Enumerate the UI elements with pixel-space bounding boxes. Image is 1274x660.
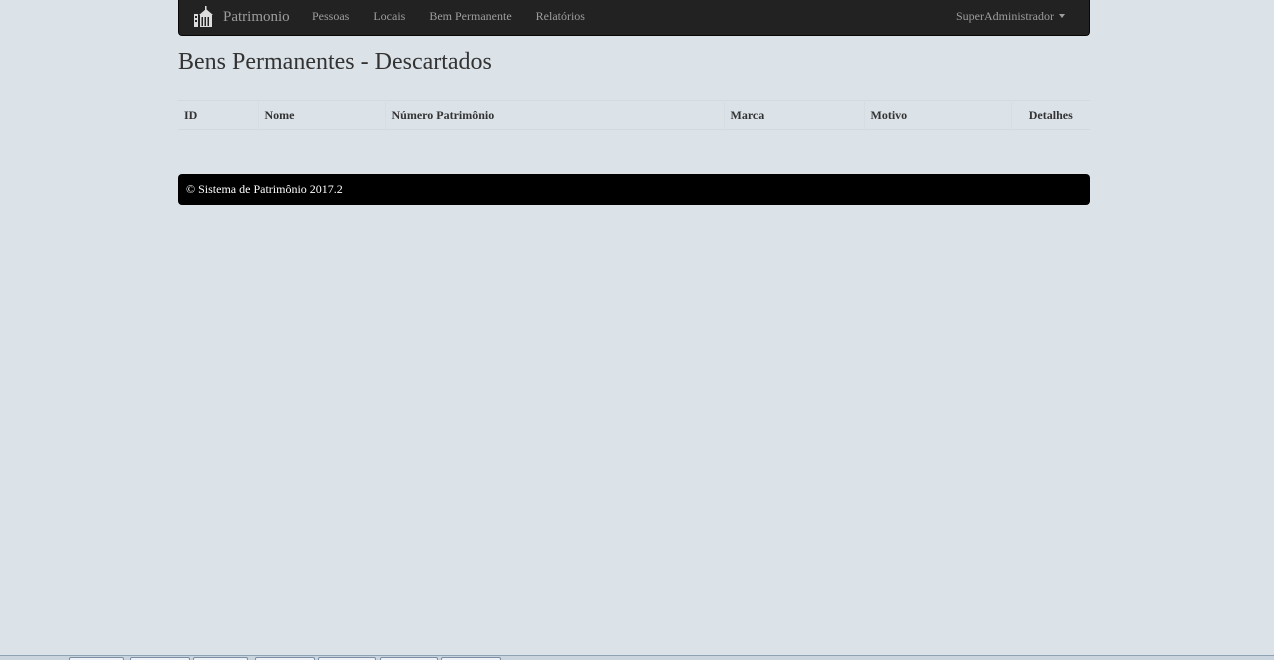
footer-text: © Sistema de Patrimônio 2017.2 <box>186 182 343 196</box>
nav-link-locais[interactable]: Locais <box>361 0 417 32</box>
nav-link-bem-permanente[interactable]: Bem Permanente <box>417 0 523 32</box>
table-header-row: ID Nome Número Patrimônio Marca Motivo D… <box>178 100 1090 130</box>
nav-link-relatorios[interactable]: Relatórios <box>524 0 597 32</box>
top-navbar: Patrimonio Pessoas Locais Bem Permanente… <box>178 0 1090 36</box>
page: Patrimonio Pessoas Locais Bem Permanente… <box>0 0 1274 660</box>
col-header-numero-patrimonio: Número Patrimônio <box>385 100 725 130</box>
nav-link-pessoas[interactable]: Pessoas <box>300 0 361 32</box>
col-header-nome: Nome <box>258 100 386 130</box>
taskbar <box>0 655 1274 660</box>
discarded-items-table: ID Nome Número Patrimônio Marca Motivo D… <box>178 100 1090 130</box>
brand-name: Patrimonio <box>223 8 290 25</box>
user-name: SuperAdministrador <box>956 8 1054 23</box>
footer: © Sistema de Patrimônio 2017.2 <box>178 174 1090 205</box>
nav-menu: Pessoas Locais Bem Permanente Relatórios <box>300 0 597 34</box>
university-logo-icon <box>194 6 213 27</box>
caret-down-icon <box>1059 14 1065 18</box>
col-header-detalhes: Detalhes <box>1011 100 1090 130</box>
brand-link[interactable]: Patrimonio <box>193 0 290 34</box>
col-header-id: ID <box>178 100 259 130</box>
col-header-marca: Marca <box>724 100 865 130</box>
col-header-motivo: Motivo <box>864 100 1012 130</box>
page-title: Bens Permanentes - Descartados <box>178 49 492 75</box>
user-dropdown[interactable]: SuperAdministrador <box>956 0 1065 32</box>
